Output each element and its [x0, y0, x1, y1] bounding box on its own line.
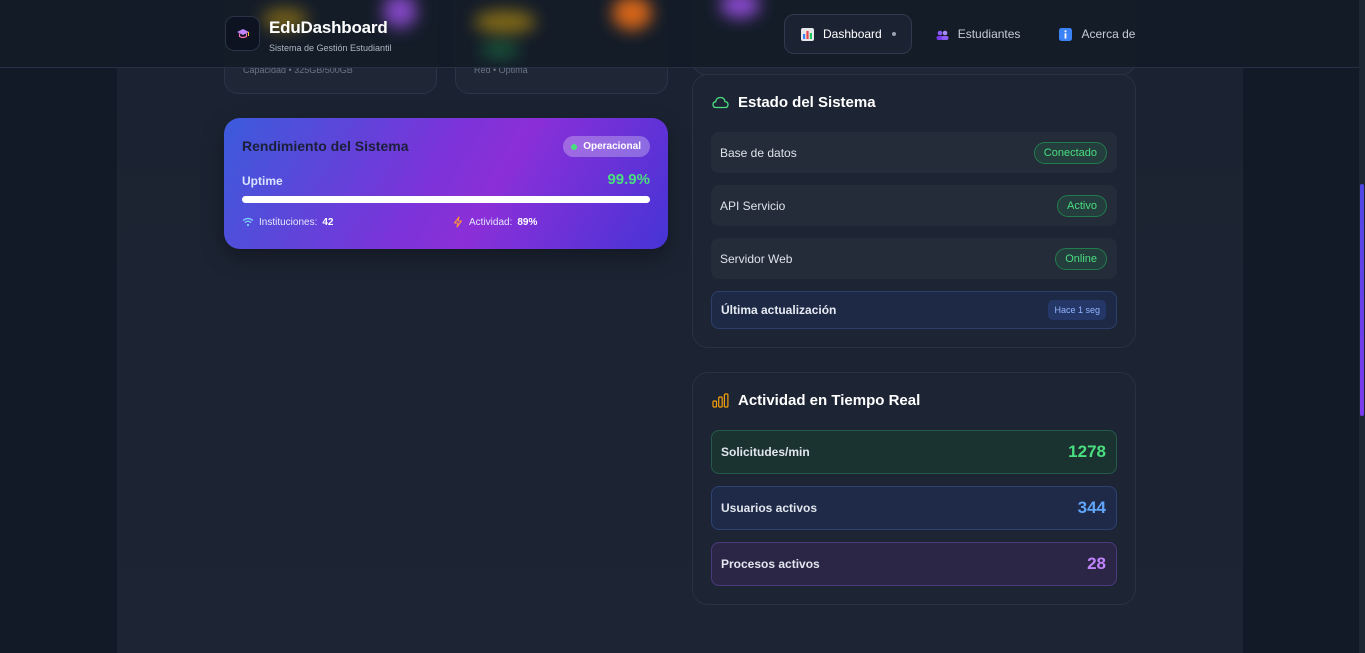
nav-item-dashboard[interactable]: Dashboard: [784, 14, 912, 54]
uptime-progress-bar: [242, 196, 650, 203]
nav-item-label: Estudiantes: [957, 27, 1021, 41]
top-header: EduDashboard Sistema de Gestión Estudian…: [0, 0, 1365, 68]
metric-value: 28: [1087, 554, 1106, 573]
last-update-row: Última actualización Hace 1 seg: [711, 291, 1117, 329]
nav-item-label: Dashboard: [823, 27, 882, 41]
metric-row-active-users: Usuarios activos 344: [711, 486, 1117, 530]
system-status-panel: Estado del Sistema Base de datos Conecta…: [692, 74, 1136, 348]
graduation-cap-icon: [236, 28, 249, 38]
wifi-icon: [242, 217, 254, 227]
institutions-stat: Instituciones: 42: [242, 216, 334, 228]
status-row-database: Base de datos Conectado: [711, 132, 1117, 173]
main-nav: Dashboard Estudiantes Acerca de: [784, 14, 1150, 54]
info-icon: [1059, 27, 1073, 41]
status-badge: Activo: [1057, 194, 1107, 217]
realtime-activity-title: Actividad en Tiempo Real: [738, 392, 921, 409]
last-update-label: Última actualización: [721, 303, 837, 317]
metric-label: Usuarios activos: [721, 501, 818, 515]
scrollbar-thumb[interactable]: [1360, 184, 1364, 416]
status-badge: Conectado: [1033, 141, 1107, 164]
nav-item-students[interactable]: Estudiantes: [920, 14, 1036, 54]
status-row-api: API Servicio Activo: [711, 185, 1117, 226]
metric-label: Procesos activos: [721, 557, 820, 571]
cloud-icon: [712, 96, 729, 109]
uptime-value: 99.9%: [607, 171, 650, 188]
system-status-title: Estado del Sistema: [738, 94, 876, 111]
activity-stat: Actividad: 89%: [452, 216, 537, 228]
nav-item-label: Acerca de: [1081, 27, 1136, 41]
lightning-icon: [453, 216, 463, 228]
app-logo[interactable]: [225, 16, 260, 51]
system-status-header: Estado del Sistema: [712, 94, 876, 111]
last-update-badge: Hace 1 seg: [1048, 300, 1106, 320]
students-icon: [936, 30, 949, 40]
performance-title: Rendimiento del Sistema: [242, 138, 409, 154]
activity-label: Actividad:: [469, 216, 513, 228]
metric-label: Solicitudes/min: [721, 445, 810, 459]
status-badge: Operacional: [563, 136, 650, 157]
status-row-label: API Servicio: [720, 198, 786, 213]
app-subtitle: Sistema de Gestión Estudiantil: [269, 43, 392, 53]
app-title: EduDashboard: [269, 18, 388, 37]
institutions-value: 42: [322, 216, 334, 228]
status-dot-icon: [571, 143, 578, 150]
institutions-label: Instituciones:: [259, 216, 318, 228]
uptime-label: Uptime: [242, 174, 283, 188]
status-row-web-server: Servidor Web Online: [711, 238, 1117, 279]
status-badge: Online: [1055, 247, 1107, 270]
uptime-progress-fill: [242, 196, 650, 203]
metric-row-active-processes: Procesos activos 28: [711, 542, 1117, 586]
metric-value: 344: [1077, 498, 1106, 517]
metric-value: 1278: [1068, 442, 1106, 461]
nav-item-about[interactable]: Acerca de: [1043, 14, 1150, 54]
realtime-activity-panel: Actividad en Tiempo Real Solicitudes/min…: [692, 372, 1136, 605]
realtime-activity-header: Actividad en Tiempo Real: [712, 392, 920, 409]
metric-row-requests: Solicitudes/min 1278: [711, 430, 1117, 474]
status-row-label: Servidor Web: [720, 251, 793, 266]
bar-chart-icon: [712, 393, 729, 408]
activity-value: 89%: [517, 216, 538, 228]
status-badge-label: Operacional: [583, 141, 641, 152]
dashboard-icon: [801, 27, 814, 41]
page-scrollbar[interactable]: [1359, 0, 1365, 653]
status-row-label: Base de datos: [720, 145, 797, 160]
active-indicator-dot: [891, 32, 896, 36]
performance-card: Rendimiento del Sistema Operacional Upti…: [224, 118, 668, 249]
